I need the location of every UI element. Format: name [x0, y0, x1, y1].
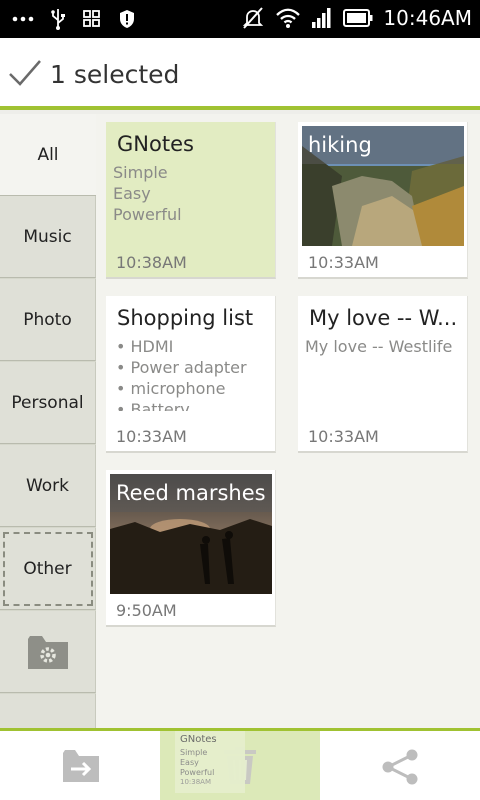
move-to-folder-icon[interactable]: [62, 749, 100, 783]
note-body: Simple Easy Powerful: [106, 156, 275, 225]
note-body-line: • microphone: [116, 379, 226, 398]
share-icon[interactable]: [380, 748, 420, 786]
preview-time: 10:38AM: [180, 778, 212, 786]
preview-title: GNotes: [180, 734, 217, 745]
note-time: 10:33AM: [308, 253, 379, 272]
note-body-line: Powerful: [113, 205, 182, 224]
wifi-icon: [276, 8, 301, 28]
note-title: hiking: [308, 133, 372, 157]
done-check-icon[interactable]: [8, 58, 42, 88]
note-body-line: Simple: [113, 163, 168, 182]
folder-settings-button[interactable]: [0, 611, 96, 693]
category-label: Photo: [23, 309, 72, 330]
app-grid-icon: [83, 10, 100, 27]
note-time: 9:50AM: [116, 601, 177, 620]
note-title: Reed marshes: [116, 481, 266, 505]
clock-time: 10:46AM: [383, 6, 472, 30]
notifications-muted-icon: [243, 7, 264, 29]
delete-drop-zone[interactable]: GNotes Simple Easy Powerful 10:38AM: [160, 731, 320, 800]
category-tab-music[interactable]: Music: [0, 196, 96, 278]
dragged-note-preview: GNotes Simple Easy Powerful 10:38AM: [175, 731, 245, 793]
category-tab-other[interactable]: Other: [0, 528, 96, 610]
category-label: Personal: [11, 392, 84, 413]
category-tab-all[interactable]: All: [0, 114, 96, 196]
note-body: • HDMI • Power adapter • microphone • Ba…: [106, 330, 275, 411]
battery-icon: [343, 9, 373, 27]
note-time: 10:33AM: [308, 427, 379, 446]
note-body-line: • HDMI: [116, 337, 174, 356]
note-title: Shopping list: [117, 306, 254, 330]
status-bar: 10:46AM: [0, 0, 480, 38]
note-body-line: Easy: [113, 184, 151, 203]
selection-count-title: 1 selected: [50, 60, 180, 89]
note-body-line: • Power adapter: [116, 358, 247, 377]
note-card-shopping-list[interactable]: Shopping list • HDMI • Power adapter • m…: [106, 296, 276, 453]
notes-grid: GNotes Simple Easy Powerful 10:38AM hiki…: [96, 114, 480, 730]
note-card-gnotes[interactable]: GNotes Simple Easy Powerful 10:38AM: [106, 122, 276, 279]
note-title: My love -- W...: [309, 306, 458, 330]
note-body: My love -- Westlife: [298, 330, 467, 357]
selection-action-bar: 1 selected: [0, 38, 480, 110]
category-label: All: [37, 144, 59, 165]
more-notifications-icon: [12, 16, 34, 22]
folder-settings-icon: [27, 635, 68, 669]
note-card-reed-marshes[interactable]: Reed marshes 9:50AM: [106, 470, 276, 627]
note-photo: hiking: [302, 126, 464, 246]
preview-body-line: Easy: [180, 758, 199, 767]
category-tab-personal[interactable]: Personal: [0, 362, 96, 444]
note-card-hiking[interactable]: hiking 10:33AM: [298, 122, 468, 279]
category-tab-work[interactable]: Work: [0, 445, 96, 527]
sidebar-empty-slot: [0, 694, 96, 730]
category-sidebar: All Music Photo Personal Work Other: [0, 114, 96, 730]
note-card-my-love[interactable]: My love -- W... My love -- Westlife 10:3…: [298, 296, 468, 453]
drop-target-outline: [3, 532, 93, 606]
category-label: Work: [25, 475, 70, 496]
category-tab-photo[interactable]: Photo: [0, 279, 96, 361]
category-label: Music: [23, 226, 72, 247]
note-time: 10:38AM: [116, 253, 187, 272]
note-body-line: • Batterv: [116, 400, 190, 411]
note-title: GNotes: [117, 132, 194, 156]
note-photo: Reed marshes: [110, 474, 272, 594]
signal-icon: [312, 8, 331, 28]
shield-icon: [120, 10, 134, 28]
preview-body-line: Simple: [180, 748, 208, 757]
note-body-line: My love -- Westlife: [305, 337, 453, 356]
note-time: 10:33AM: [116, 427, 187, 446]
usb-icon: [51, 9, 65, 30]
